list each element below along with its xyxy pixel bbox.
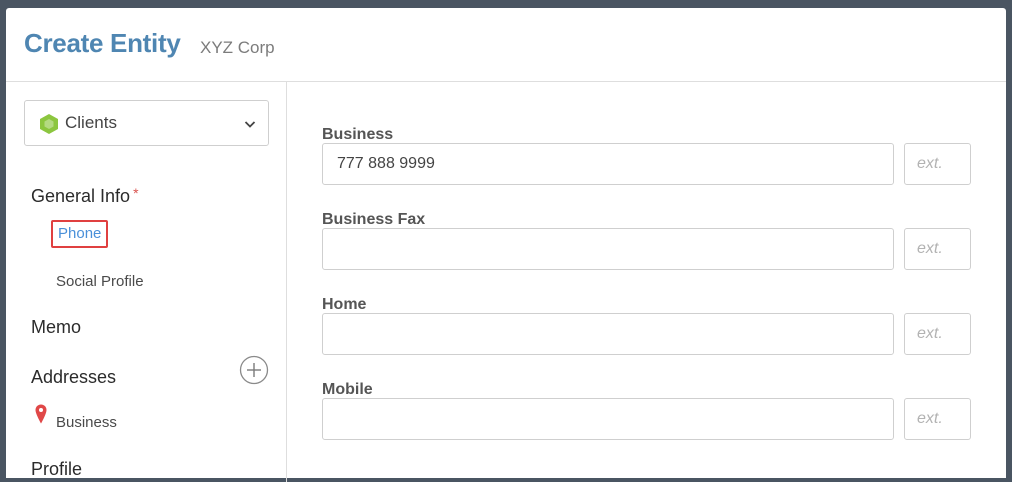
mobile-ext-input[interactable] bbox=[904, 398, 971, 440]
nav-general-info[interactable]: General Info * bbox=[31, 185, 139, 207]
business-fax-ext-input[interactable] bbox=[904, 228, 971, 270]
phone-form: Business Business Fax Home Mobile bbox=[287, 82, 1006, 482]
chevron-down-icon bbox=[244, 121, 256, 128]
hexagon-icon bbox=[40, 114, 58, 134]
page-title: Create Entity bbox=[24, 28, 181, 58]
business-phone-input[interactable] bbox=[322, 143, 894, 185]
add-address-icon[interactable] bbox=[239, 355, 269, 385]
business-ext-input[interactable] bbox=[904, 143, 971, 185]
nav-sub-social-profile[interactable]: Social Profile bbox=[56, 273, 144, 290]
nav-addresses[interactable]: Addresses bbox=[31, 367, 116, 388]
entity-type-select[interactable]: Clients bbox=[24, 100, 269, 146]
sidebar: Clients General Info * Phone Social Profi… bbox=[6, 82, 287, 482]
required-marker: * bbox=[133, 185, 139, 201]
create-entity-modal: Create Entity XYZ Corp Clients General I… bbox=[6, 8, 1006, 482]
entity-type-value: Clients bbox=[65, 113, 117, 132]
home-ext-input[interactable] bbox=[904, 313, 971, 355]
nav-memo[interactable]: Memo bbox=[31, 317, 81, 338]
company-name: XYZ Corp bbox=[200, 38, 275, 57]
nav-sub-business-address[interactable]: Business bbox=[56, 414, 117, 431]
business-fax-input[interactable] bbox=[322, 228, 894, 270]
nav-sub-phone[interactable]: Phone bbox=[51, 220, 109, 248]
map-pin-icon bbox=[35, 404, 47, 424]
business-phone-label: Business bbox=[322, 126, 394, 143]
nav-general-info-label: General Info bbox=[31, 186, 131, 206]
modal-header: Create Entity XYZ Corp bbox=[6, 8, 1006, 82]
mobile-phone-input[interactable] bbox=[322, 398, 894, 440]
business-fax-label: Business Fax bbox=[322, 211, 426, 228]
nav-profile[interactable]: Profile bbox=[31, 459, 82, 480]
home-phone-label: Home bbox=[322, 296, 367, 313]
home-phone-input[interactable] bbox=[322, 313, 894, 355]
mobile-phone-label: Mobile bbox=[322, 381, 373, 398]
